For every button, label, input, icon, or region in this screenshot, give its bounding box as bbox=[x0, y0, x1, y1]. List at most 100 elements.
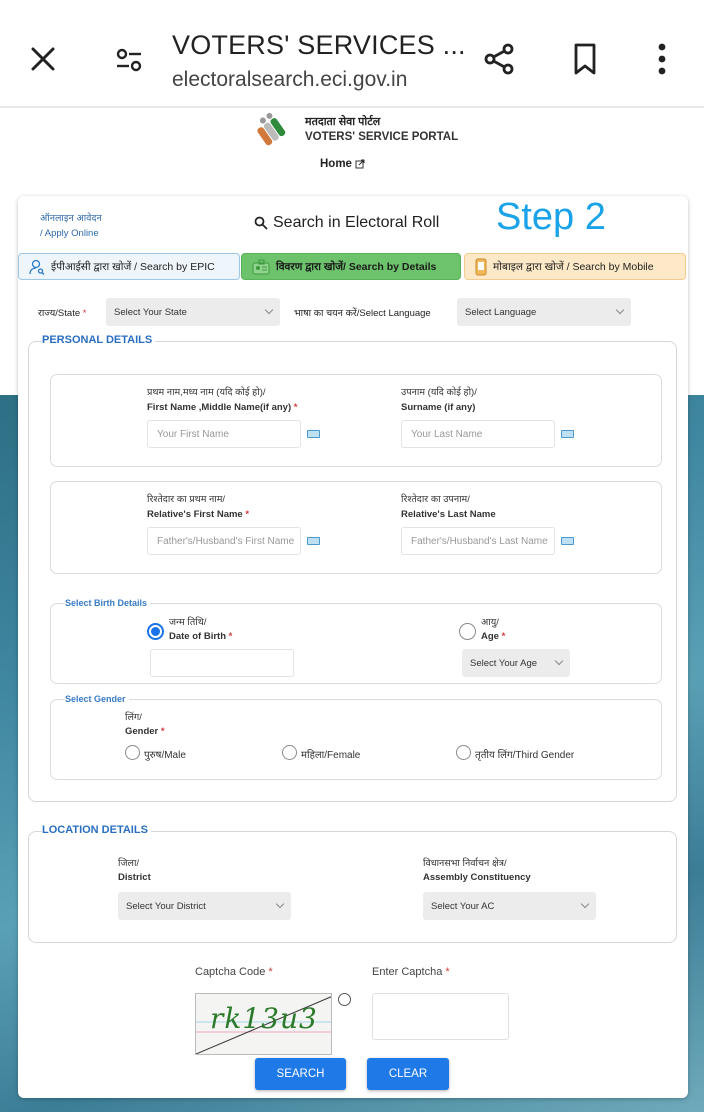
apply-online-hindi: ऑनलाइन आवेदन bbox=[40, 213, 102, 224]
personal-details-legend: PERSONAL DETAILS bbox=[42, 334, 156, 346]
mobile-phone-icon bbox=[475, 258, 487, 275]
age-label-hindi: आयु/ bbox=[481, 617, 499, 628]
first-name-label: First Name ,Middle Name(if any) * bbox=[147, 402, 298, 413]
gender-legend: Select Gender bbox=[65, 694, 129, 704]
relative-first-name-input[interactable]: Father's/Husband's First Name bbox=[147, 527, 301, 555]
first-name-input[interactable]: Your First Name bbox=[147, 420, 301, 448]
relative-name-box: रिश्तेदार का प्रथम नाम/ Relative's First… bbox=[50, 481, 662, 574]
state-select[interactable]: Select Your State bbox=[106, 298, 280, 326]
tab-search-by-epic[interactable]: ईपीआईसी द्वारा खोजें / Search by EPIC bbox=[18, 253, 240, 280]
state-label: राज्य/State * bbox=[38, 308, 87, 319]
dob-radio[interactable] bbox=[147, 623, 164, 640]
ballot-hand-logo-icon bbox=[257, 112, 286, 146]
bookmark-button[interactable] bbox=[564, 36, 606, 82]
captcha-input[interactable] bbox=[372, 993, 509, 1040]
search-card: ऑनलाइन आवेदन / Apply Online Search in El… bbox=[18, 196, 688, 1098]
district-select[interactable]: Select Your District bbox=[118, 892, 291, 920]
share-button[interactable] bbox=[476, 36, 522, 82]
keyboard-icon[interactable] bbox=[307, 430, 320, 438]
tab-search-by-mobile[interactable]: मोबाइल द्वारा खोजें / Search by Mobile bbox=[464, 253, 686, 280]
close-icon bbox=[31, 47, 55, 71]
location-details-section: LOCATION DETAILS जिला/ District Select Y… bbox=[28, 824, 677, 943]
enter-captcha-label: Enter Captcha * bbox=[372, 966, 450, 978]
step-annotation: Step 2 bbox=[496, 196, 606, 238]
district-select-value: Select Your District bbox=[126, 900, 206, 912]
close-button[interactable] bbox=[22, 38, 64, 80]
birth-details-box: Select Birth Details जन्म तिथि/ Date of … bbox=[50, 598, 662, 684]
location-details-legend: LOCATION DETAILS bbox=[42, 824, 151, 836]
page-title: VOTERS' SERVICES ... bbox=[172, 30, 466, 60]
language-select-value: Select Language bbox=[465, 306, 537, 318]
search-heading-text: Search in Electoral Roll bbox=[273, 214, 440, 231]
gender-female-radio[interactable] bbox=[282, 745, 297, 760]
search-heading: Search in Electoral Roll bbox=[254, 214, 439, 232]
captcha-code-label: Captcha Code * bbox=[195, 966, 273, 978]
search-mode-tabs: ईपीआईसी द्वारा खोजें / Search by EPIC वि… bbox=[18, 253, 688, 281]
eci-logo bbox=[252, 111, 292, 149]
personal-details-section: PERSONAL DETAILS प्रथम नाम,मध्य नाम (यदि… bbox=[28, 334, 677, 802]
share-icon bbox=[484, 43, 514, 75]
external-link-icon bbox=[355, 159, 365, 169]
age-label: Age * bbox=[481, 631, 506, 642]
refresh-captcha-icon[interactable] bbox=[338, 993, 351, 1006]
gender-male-radio[interactable] bbox=[125, 745, 140, 760]
browser-toolbar: VOTERS' SERVICES ... electoralsearch.eci… bbox=[0, 0, 704, 108]
chevron-down-icon bbox=[264, 305, 274, 315]
chevron-down-icon bbox=[554, 656, 564, 666]
gender-third-label: तृतीय लिंग/Third Gender bbox=[475, 750, 575, 761]
state-select-value: Select Your State bbox=[114, 306, 187, 318]
gender-third-radio[interactable] bbox=[456, 745, 471, 760]
bookmark-icon bbox=[574, 43, 596, 75]
gender-male-label: पुरुष/Male bbox=[144, 750, 186, 761]
tab-label: मोबाइल द्वारा खोजें / Search by Mobile bbox=[493, 260, 654, 273]
user-search-icon bbox=[29, 259, 45, 275]
tab-search-by-details[interactable]: विवरण द्वारा खोजें/ Search by Details bbox=[241, 253, 461, 280]
name-box: प्रथम नाम,मध्य नाम (यदि कोई हो)/ First N… bbox=[50, 374, 662, 467]
clear-button[interactable]: CLEAR bbox=[367, 1058, 449, 1090]
site-settings-icon bbox=[116, 48, 142, 72]
dob-input[interactable] bbox=[150, 649, 294, 677]
relative-last-name-input[interactable]: Father's/Husband's Last Name bbox=[401, 527, 555, 555]
site-settings-button[interactable] bbox=[108, 40, 150, 80]
district-label: District bbox=[118, 872, 151, 883]
apply-online-link[interactable]: ऑनलाइन आवेदन / Apply Online bbox=[40, 211, 102, 241]
search-button[interactable]: SEARCH bbox=[255, 1058, 346, 1090]
state-language-row: राज्य/State * Select Your State भाषा का … bbox=[18, 298, 688, 326]
gender-box: Select Gender लिंग/ Gender * पुरुष/Male … bbox=[50, 694, 662, 780]
surname-input[interactable]: Your Last Name bbox=[401, 420, 555, 448]
keyboard-icon[interactable] bbox=[561, 537, 574, 545]
age-radio[interactable] bbox=[459, 623, 476, 640]
home-link-label: Home bbox=[320, 158, 352, 170]
relative-last-name-label-hindi: रिश्तेदार का उपनाम/ bbox=[401, 494, 470, 505]
keyboard-icon[interactable] bbox=[307, 537, 320, 545]
id-card-icon bbox=[252, 259, 270, 274]
first-name-label-hindi: प्रथम नाम,मध्य नाम (यदि कोई हो)/ bbox=[147, 387, 266, 398]
site-title-hindi: मतदाता सेवा पोर्टल bbox=[305, 116, 381, 128]
dob-label-hindi: जन्म तिथि/ bbox=[169, 617, 207, 628]
home-link[interactable]: Home bbox=[320, 158, 365, 170]
site-title: VOTERS' SERVICE PORTAL bbox=[305, 131, 459, 143]
relative-first-name-label: Relative's First Name * bbox=[147, 509, 250, 520]
age-select[interactable]: Select Your Age bbox=[462, 649, 570, 677]
language-select[interactable]: Select Language bbox=[457, 298, 631, 326]
keyboard-icon[interactable] bbox=[561, 430, 574, 438]
gender-female-label: महिला/Female bbox=[301, 750, 361, 761]
relative-last-name-label: Relative's Last Name bbox=[401, 509, 496, 520]
more-options-button[interactable] bbox=[642, 36, 682, 82]
chevron-down-icon bbox=[615, 305, 625, 315]
page-url[interactable]: electoralsearch.eci.gov.in bbox=[172, 68, 407, 92]
more-vert-icon bbox=[658, 43, 666, 75]
ac-select[interactable]: Select Your AC bbox=[423, 892, 596, 920]
gender-label-hindi: लिंग/ bbox=[125, 712, 142, 723]
tab-label: ईपीआईसी द्वारा खोजें / Search by EPIC bbox=[51, 260, 215, 273]
gender-label: Gender * bbox=[125, 726, 165, 737]
district-label-hindi: जिला/ bbox=[118, 858, 140, 869]
language-label: भाषा का चयन करें/Select Language bbox=[294, 308, 431, 319]
captcha-image: rk13u3 bbox=[195, 993, 332, 1055]
ac-label-hindi: विधानसभा निर्वाचन क्षेत्र/ bbox=[423, 858, 507, 869]
relative-first-name-label-hindi: रिश्तेदार का प्रथम नाम/ bbox=[147, 494, 226, 505]
birth-details-legend: Select Birth Details bbox=[65, 598, 151, 608]
apply-online-english: / Apply Online bbox=[40, 228, 99, 239]
surname-label-hindi: उपनाम (यदि कोई हो)/ bbox=[401, 387, 477, 398]
age-select-value: Select Your Age bbox=[470, 657, 538, 669]
